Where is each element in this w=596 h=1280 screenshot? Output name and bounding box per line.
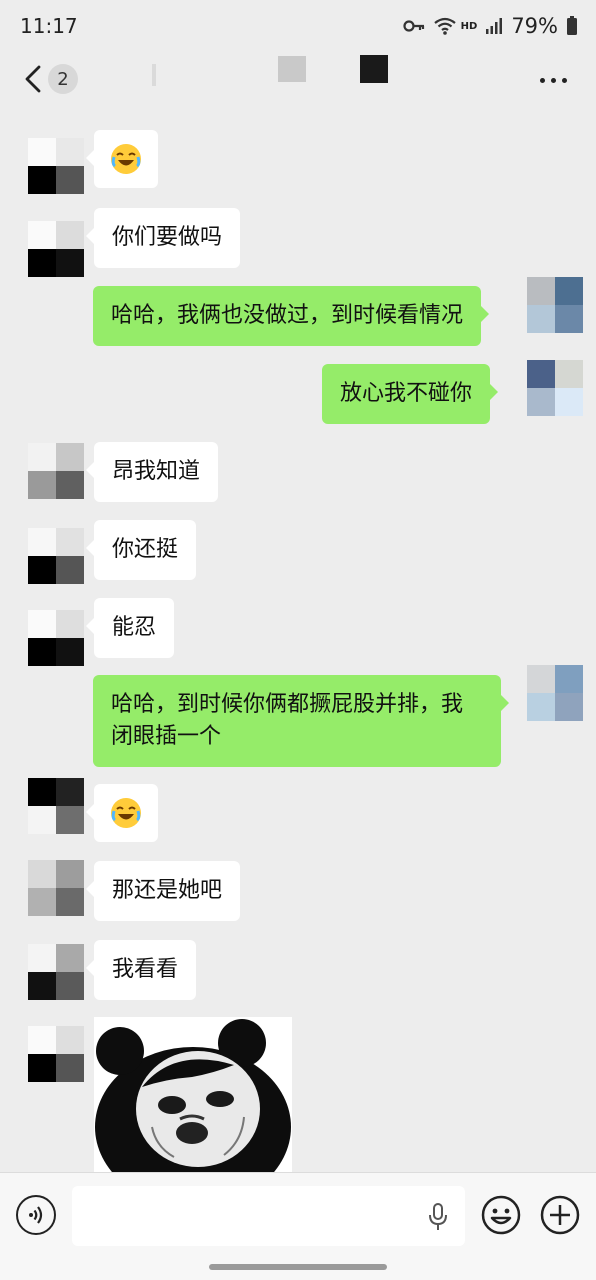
more-icon xyxy=(540,78,545,83)
message-bubble[interactable]: 昂我知道 xyxy=(85,442,219,502)
chat-header: 2 xyxy=(0,52,596,108)
message-bubble[interactable]: 你还挺 xyxy=(85,520,197,580)
contact-avatar[interactable] xyxy=(28,138,84,194)
message-input[interactable] xyxy=(72,1186,465,1246)
message-bubble[interactable]: 那还是她吧 xyxy=(85,861,241,921)
message-text: 放心我不碰你 xyxy=(340,381,473,406)
back-arrow-icon[interactable] xyxy=(22,64,44,94)
laugh-emoji-icon xyxy=(111,798,141,828)
laugh-emoji-icon xyxy=(111,144,141,174)
contact-avatar[interactable] xyxy=(28,1026,84,1082)
network-badge: HD xyxy=(460,20,478,32)
message-list[interactable]: 你们要做吗 哈哈，我俩也没做过，到时候看情况 放心我不碰你 昂我知道 你还挺 能… xyxy=(0,108,596,1172)
key-icon xyxy=(403,20,424,32)
contact-avatar[interactable] xyxy=(28,944,84,1000)
status-bar: 11:17 HD 79% xyxy=(0,0,596,52)
panda-meme-sticker[interactable] xyxy=(94,1017,292,1172)
message-bubble[interactable]: 你们要做吗 xyxy=(85,208,241,268)
battery-percent: 79% xyxy=(511,14,558,38)
contact-avatar[interactable] xyxy=(28,778,84,834)
message-text: 昂我知道 xyxy=(112,459,201,484)
wifi-icon xyxy=(433,17,456,35)
message-bubble[interactable]: 我看看 xyxy=(85,940,197,1000)
status-time: 11:17 xyxy=(20,14,78,38)
plus-icon[interactable] xyxy=(540,1195,580,1235)
emoji-icon[interactable] xyxy=(481,1195,521,1235)
voice-icon xyxy=(29,1206,43,1224)
my-avatar[interactable] xyxy=(527,360,583,416)
message-text: 能忍 xyxy=(112,615,157,640)
message-text: 我看看 xyxy=(112,957,179,982)
message-bubble[interactable]: 放心我不碰你 xyxy=(322,364,499,424)
message-text: 哈哈，我俩也没做过，到时候看情况 xyxy=(111,303,464,328)
microphone-icon[interactable] xyxy=(428,1203,448,1231)
my-avatar[interactable] xyxy=(527,277,583,333)
voice-input-button[interactable] xyxy=(16,1195,56,1235)
signal-icon xyxy=(486,18,503,34)
redacted-title-block xyxy=(360,55,388,83)
status-icons: HD 79% xyxy=(403,14,578,38)
unread-count-badge[interactable]: 2 xyxy=(48,64,78,94)
message-text: 哈哈，到时候你俩都撅屁股并排，我闭眼插一个 xyxy=(111,692,464,749)
home-indicator[interactable] xyxy=(209,1264,387,1270)
contact-avatar[interactable] xyxy=(28,610,84,666)
message-bubble[interactable]: 哈哈，我俩也没做过，到时候看情况 xyxy=(93,286,490,346)
contact-avatar[interactable] xyxy=(28,860,84,916)
message-bubble[interactable]: 能忍 xyxy=(85,598,175,658)
battery-icon xyxy=(567,16,577,35)
message-text: 你们要做吗 xyxy=(112,225,223,250)
message-text: 你还挺 xyxy=(112,537,179,562)
message-bubble[interactable]: 哈哈，到时候你俩都撅屁股并排，我闭眼插一个 xyxy=(93,675,509,767)
redacted-title-mark xyxy=(152,64,156,86)
contact-avatar[interactable] xyxy=(28,528,84,584)
message-bubble[interactable] xyxy=(86,784,158,842)
contact-avatar[interactable] xyxy=(28,443,84,499)
contact-avatar[interactable] xyxy=(28,221,84,277)
redacted-title-block xyxy=(278,56,306,82)
my-avatar[interactable] xyxy=(527,665,583,721)
message-text: 那还是她吧 xyxy=(112,878,223,903)
message-bubble[interactable] xyxy=(86,130,158,188)
more-button[interactable] xyxy=(540,78,567,83)
